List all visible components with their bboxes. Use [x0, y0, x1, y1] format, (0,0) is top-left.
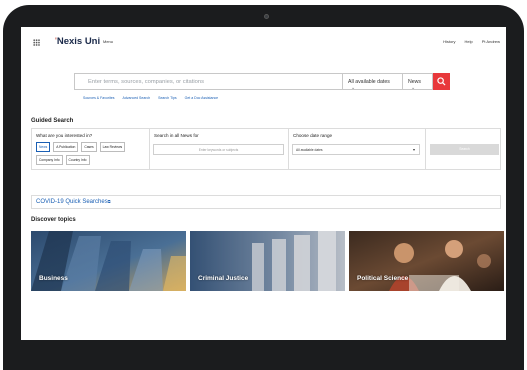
chip-country-info[interactable]: Country Info — [65, 155, 90, 165]
skyscrapers-image — [31, 231, 186, 291]
history-link[interactable]: History — [443, 39, 455, 44]
guided-search-title: Guided Search — [31, 118, 74, 124]
menu-link[interactable]: Menu — [103, 39, 113, 44]
interest-question: What are you interested in? — [36, 133, 93, 138]
topic-card-political-science[interactable]: Political Science — [349, 231, 504, 291]
date-range-select[interactable]: All available dates ▾ — [292, 144, 420, 155]
search-input[interactable]: Enter terms, sources, companies, or cita… — [74, 73, 342, 90]
chip-company-info[interactable]: Company Info — [36, 155, 63, 165]
topic-card-business[interactable]: Business — [31, 231, 186, 291]
covid-link-text: COVID-19 Quick Searches — [36, 199, 108, 205]
interest-chips: News A Publication Cases Law Reviews Com… — [36, 142, 148, 165]
topic-label: Criminal Justice — [198, 275, 249, 282]
chip-news[interactable]: News — [36, 142, 51, 152]
chip-cases[interactable]: Cases — [81, 142, 97, 152]
students-image — [349, 231, 504, 291]
date-filter-select[interactable]: All available dates ⌄ — [342, 73, 402, 91]
courthouse-columns-image — [190, 231, 345, 291]
chevron-down-icon: ▾ — [412, 147, 415, 152]
main-search-row: Enter terms, sources, companies, or cita… — [74, 73, 450, 91]
chip-law-reviews[interactable]: Law Reviews — [99, 142, 126, 152]
search-icon — [437, 77, 446, 86]
covid-quick-searches-link[interactable]: COVID-19 Quick Searches⧉ — [31, 195, 501, 209]
date-range-value: All available dates — [296, 148, 323, 152]
sources-favorites-link[interactable]: Sources & Favorites — [83, 96, 115, 100]
laptop-chin — [3, 340, 524, 370]
user-menu-link[interactable]: Pt Andrew — [482, 39, 500, 44]
external-link-icon: ⧉ — [107, 199, 111, 204]
doc-assistance-link[interactable]: Get a Doc Assistance — [185, 96, 218, 100]
app-logo[interactable]: 'Nexis Uni — [55, 36, 100, 47]
type-filter-select[interactable]: News ⌄ — [402, 73, 433, 91]
discover-topics-title: Discover topics — [31, 217, 76, 223]
date-column: Choose date range All available dates ▾ — [289, 129, 426, 169]
interest-column: What are you interested in? News A Publi… — [32, 129, 150, 169]
search-button[interactable] — [433, 73, 450, 90]
advanced-search-link[interactable]: Advanced Search — [123, 96, 151, 100]
keyword-label: Search in all News for — [154, 133, 199, 138]
top-bar: 'Nexis Uni Menu History Help Pt Andrew — [21, 27, 506, 57]
topic-card-criminal-justice[interactable]: Criminal Justice — [190, 231, 345, 291]
apps-grid-icon[interactable] — [33, 39, 40, 46]
search-tips-link[interactable]: Search Tips — [158, 96, 176, 100]
topic-label: Business — [39, 275, 68, 282]
top-links: History Help Pt Andrew — [443, 39, 500, 44]
guided-search-panel: What are you interested in? News A Publi… — [31, 128, 501, 170]
keyword-input[interactable]: Enter keywords or subjects — [153, 144, 284, 155]
chevron-down-icon: ⌄ — [411, 85, 416, 91]
search-sublinks: Sources & Favorites Advanced Search Sear… — [83, 96, 218, 100]
date-range-label: Choose date range — [293, 133, 333, 138]
keyword-column: Search in all News for Enter keywords or… — [150, 129, 289, 169]
help-link[interactable]: Help — [465, 39, 473, 44]
chip-publication[interactable]: A Publication — [53, 142, 79, 152]
app-screen: 'Nexis Uni Menu History Help Pt Andrew E… — [21, 27, 506, 340]
topic-label: Political Science — [357, 275, 409, 282]
guided-search-button[interactable]: Search — [430, 144, 499, 155]
chevron-down-icon: ⌄ — [351, 85, 356, 91]
logo-text: Nexis Uni — [56, 36, 101, 47]
camera-icon — [264, 14, 269, 19]
